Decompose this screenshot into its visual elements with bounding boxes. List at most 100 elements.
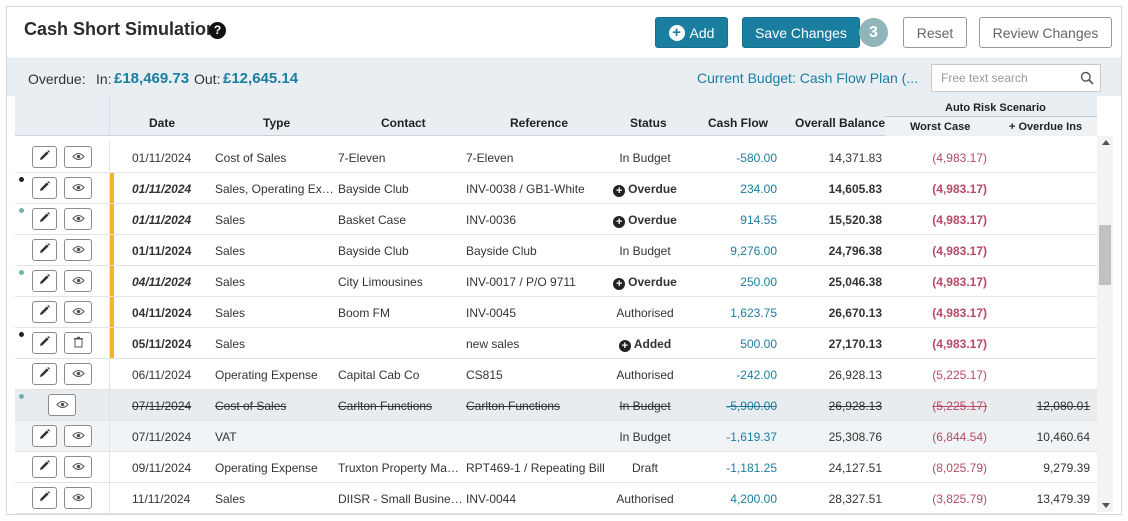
add-button[interactable]: + Add xyxy=(655,17,728,48)
view-button[interactable] xyxy=(64,270,92,292)
scroll-up-arrow-icon[interactable] xyxy=(1102,140,1110,145)
table-row[interactable]: 07/11/2024 VAT In Budget -1,619.37 25,308.76… xyxy=(15,421,1097,452)
view-button[interactable] xyxy=(64,208,92,230)
pencil-icon xyxy=(38,366,51,382)
table-row[interactable]: 05/11/2024 Sales new sales + Added 500.00 27,1… xyxy=(15,328,1097,359)
table-row[interactable]: 01/11/2024 Sales Bayside Club Bayside Club I… xyxy=(15,235,1097,266)
table-row[interactable]: 01/11/2024 Sales Basket Case INV-0036 + Overd… xyxy=(15,204,1097,235)
row-change-indicator xyxy=(19,177,24,182)
view-button[interactable] xyxy=(64,425,92,447)
table-row[interactable]: 01/11/2024 Sales, Operating ExpenseBaysid… xyxy=(15,173,1097,204)
cell-cash-flow: 250.00 xyxy=(740,275,777,289)
view-button[interactable] xyxy=(64,301,92,323)
edit-button[interactable] xyxy=(32,487,57,509)
save-changes-label: Save Changes xyxy=(755,24,847,41)
cell-overall-balance: 26,670.13 xyxy=(828,306,882,320)
changed-row-flag xyxy=(110,266,114,296)
cell-overall-balance: 25,308.76 xyxy=(828,430,882,444)
column-header-overall-balance[interactable]: Overall Balance xyxy=(795,116,885,130)
cell-worst-case: (4,983.17) xyxy=(932,337,987,351)
cell-overall-balance: 14,371.83 xyxy=(828,151,882,165)
column-header-overdue-ins[interactable]: + Overdue Ins xyxy=(1009,121,1082,133)
row-change-indicator xyxy=(19,208,24,213)
table-row[interactable]: 01/11/2024 Cost of Sales 7-Eleven 7-Eleven I… xyxy=(15,142,1097,173)
cell-type: Sales xyxy=(215,244,246,258)
view-button[interactable] xyxy=(48,394,76,416)
current-budget-link[interactable]: Current Budget: Cash Flow Plan (... xyxy=(697,70,918,86)
cell-status: In Budget xyxy=(605,244,685,258)
cell-date: 04/11/2024 xyxy=(132,306,192,320)
save-changes-button[interactable]: Save Changes xyxy=(742,17,860,48)
cell-contact: Bayside Club xyxy=(338,244,409,258)
column-header-reference[interactable]: Reference xyxy=(510,116,568,130)
cell-worst-case: (4,983.17) xyxy=(932,213,987,227)
table-row[interactable]: 07/11/2024 Cost of Sales Carlton Functions… xyxy=(15,390,1097,421)
table-row[interactable]: 04/11/2024 Sales Boom FM INV-0045 Authorised… xyxy=(15,297,1097,328)
column-header-status[interactable]: Status xyxy=(630,116,667,130)
delete-button[interactable] xyxy=(64,332,92,354)
cell-overall-balance: 15,520.38 xyxy=(828,213,882,227)
help-icon[interactable]: ? xyxy=(209,22,226,39)
cell-contact: DIISR - Small Business Services xyxy=(338,492,464,506)
edit-button[interactable] xyxy=(32,208,57,230)
row-controls xyxy=(15,483,110,513)
edit-button[interactable] xyxy=(32,239,57,261)
cell-cash-flow: -5,900.00 xyxy=(726,399,777,413)
view-button[interactable] xyxy=(64,177,92,199)
eye-icon xyxy=(71,305,85,319)
edit-button[interactable] xyxy=(32,332,57,354)
edit-button[interactable] xyxy=(32,301,57,323)
plus-circle-icon: + xyxy=(618,340,631,352)
column-header-type[interactable]: Type xyxy=(263,116,290,130)
column-header-date[interactable]: Date xyxy=(149,116,175,130)
vertical-scrollbar[interactable] xyxy=(1097,136,1113,512)
cell-reference: RPT469-1 / Repeating Bill xyxy=(466,461,605,475)
review-changes-button[interactable]: Review Changes xyxy=(979,17,1112,48)
cell-type: Operating Expense xyxy=(215,461,318,475)
status-text: Overdue xyxy=(628,213,677,227)
view-button[interactable] xyxy=(64,239,92,261)
status-text: In Budget xyxy=(619,151,671,165)
cell-cash-flow: -1,619.37 xyxy=(726,430,777,444)
controls-column-header xyxy=(15,96,110,136)
changed-row-flag xyxy=(110,204,114,234)
scroll-down-arrow-icon[interactable] xyxy=(1102,503,1110,508)
cell-overall-balance: 24,127.51 xyxy=(828,461,882,475)
column-header-cash-flow[interactable]: Cash Flow xyxy=(708,116,768,130)
table-row[interactable]: 04/11/2024 Sales City Limousines INV-0017 /… xyxy=(15,266,1097,297)
cell-type: VAT xyxy=(215,430,237,444)
edit-button[interactable] xyxy=(32,270,57,292)
column-header-worst-case[interactable]: Worst Case xyxy=(910,121,970,133)
transactions-table-body: 01/11/2024 Cost of Sales 7-Eleven 7-Eleven I… xyxy=(15,136,1097,514)
edit-button[interactable] xyxy=(32,177,57,199)
edit-button[interactable] xyxy=(32,363,57,385)
view-button[interactable] xyxy=(64,146,92,168)
column-header-contact[interactable]: Contact xyxy=(381,116,426,130)
search-input[interactable] xyxy=(932,65,1077,91)
cell-status: In Budget xyxy=(605,430,685,444)
reset-button[interactable]: Reset xyxy=(903,17,967,48)
cell-contact: Basket Case xyxy=(338,213,407,227)
search-icon[interactable] xyxy=(1080,71,1094,85)
edit-button[interactable] xyxy=(32,146,57,168)
edit-button[interactable] xyxy=(32,425,57,447)
status-text: Added xyxy=(633,337,672,351)
scroll-thumb[interactable] xyxy=(1099,225,1111,285)
changed-row-flag xyxy=(110,297,114,327)
view-button[interactable] xyxy=(64,363,92,385)
cell-worst-case: (4,983.17) xyxy=(932,244,987,258)
view-button[interactable] xyxy=(64,456,92,478)
status-text: Overdue xyxy=(628,275,677,289)
table-row[interactable]: 06/11/2024 Operating Expense Capital Cab C… xyxy=(15,359,1097,390)
cell-status: In Budget xyxy=(605,399,685,413)
cell-type: Sales, Operating Expense xyxy=(215,182,335,196)
edit-button[interactable] xyxy=(32,456,57,478)
cell-type: Cost of Sales xyxy=(215,151,287,165)
row-controls xyxy=(15,142,110,172)
cell-reference: 7-Eleven xyxy=(466,151,514,165)
cell-overall-balance: 25,046.38 xyxy=(828,275,882,289)
table-row[interactable]: 09/11/2024 Operating Expense Truxton Prope… xyxy=(15,452,1097,483)
table-row[interactable]: 11/11/2024 Sales DIISR - Small Business Se… xyxy=(15,483,1097,514)
view-button[interactable] xyxy=(64,487,92,509)
cell-cash-flow: 234.00 xyxy=(740,182,777,196)
